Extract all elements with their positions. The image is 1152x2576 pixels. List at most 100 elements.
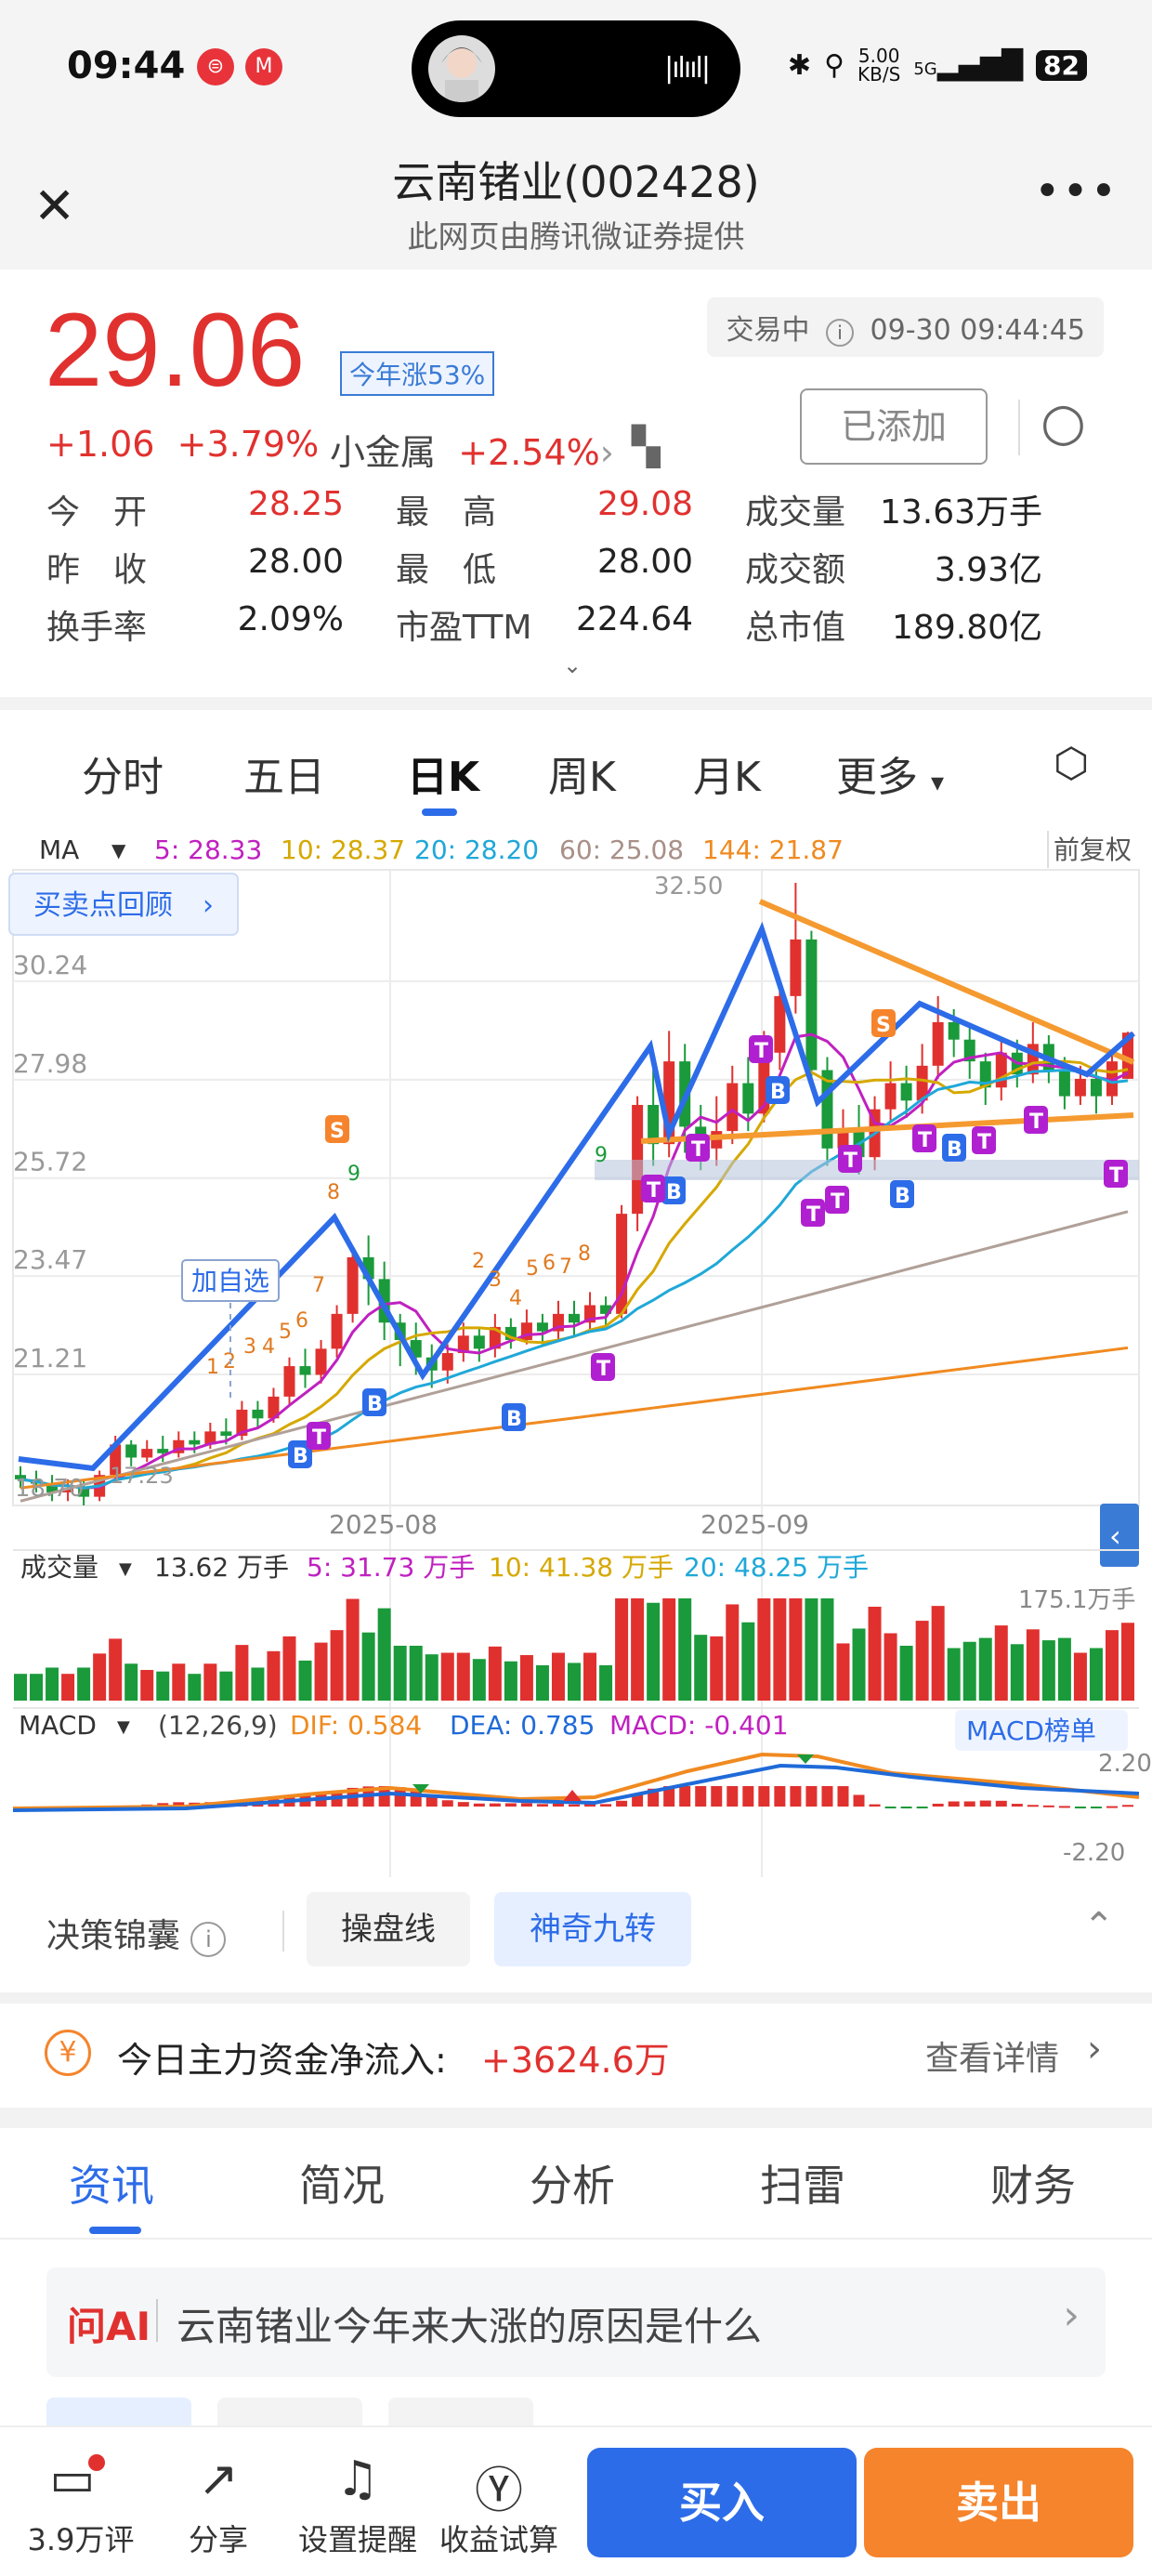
chevron-left-icon: ‹ (1109, 1518, 1121, 1554)
sector-link[interactable]: 小金属 +2.54%› (330, 424, 614, 475)
volume-bar (836, 1643, 850, 1701)
macd-bar (916, 1807, 928, 1808)
svg-text:6: 6 (543, 1252, 556, 1275)
avatar (428, 35, 495, 102)
fund-flow-row[interactable]: ¥ 今日主力资金净流入: +3624.6万 查看详情 › (0, 2004, 1152, 2108)
y-axis-labels: 30.24 27.98 25.72 23.47 21.21 (13, 950, 87, 1373)
macd-bar (837, 1786, 849, 1807)
dynamic-island[interactable]: |ılııl| (412, 20, 740, 117)
macd-selector[interactable]: MACD (19, 1710, 97, 1741)
profit-calc-button[interactable]: Ⓨ 收益试算 (429, 2451, 569, 2559)
svg-text:T: T (1109, 1164, 1123, 1188)
stat-value: 28.00 (247, 543, 344, 581)
stat-label: 昨 收 (46, 551, 148, 589)
ma-dropdown-icon[interactable]: ▼ (111, 839, 126, 861)
collapse-chevron-icon[interactable]: ⌃ (1083, 1905, 1115, 1948)
macd-bar (995, 1800, 1007, 1807)
stat-label[interactable]: 总市值 (745, 600, 845, 649)
magic-nine-button[interactable]: 神奇九转 (494, 1892, 691, 1966)
volume-bar (599, 1664, 613, 1701)
volume-bar (678, 1598, 692, 1701)
info-icon[interactable]: i (826, 319, 854, 347)
status-bar: 09:44 ⊜ M |ılııl| ✱ ⚲ 5.00 KB/S 5G▂▄▆█ 82 (0, 0, 1152, 139)
chart-settings-icon[interactable]: ⬡ (1054, 740, 1102, 792)
macd-bar (569, 1804, 580, 1807)
ytd-badge[interactable]: 今年涨53% (340, 351, 495, 396)
macd-bar (900, 1807, 912, 1808)
tab-more[interactable]: 更多 ▾ (836, 743, 944, 803)
share-button[interactable]: ↗ 分享 (149, 2451, 288, 2559)
tab-minute[interactable]: 分时 (82, 743, 164, 803)
sell-button[interactable]: 卖出 (864, 2448, 1133, 2557)
volume-dropdown-icon[interactable]: ▼ (119, 1559, 132, 1579)
ma-selector[interactable]: MA (39, 835, 79, 865)
macd-bar (821, 1786, 833, 1807)
volume-bar (93, 1653, 107, 1701)
signal-icon: 5G▂▄▆█ (913, 48, 1024, 82)
comments-button[interactable]: ▭ 3.9万评 (11, 2451, 151, 2559)
macd-bar (679, 1786, 691, 1807)
support-trendline (640, 1112, 1134, 1144)
volume-bar (109, 1638, 123, 1701)
volume-bar (172, 1663, 186, 1701)
volume-bar (361, 1632, 375, 1701)
ask-ai-card[interactable]: 问AI 云南锗业今年来大涨的原因是什么 › (46, 2267, 1106, 2377)
search-icon[interactable]: ○ (1041, 392, 1086, 453)
tab-five-day[interactable]: 五日 (243, 743, 325, 803)
macd-bar (963, 1801, 975, 1807)
svg-text:T: T (596, 1358, 610, 1381)
macd-bar (695, 1786, 707, 1807)
svg-text:8: 8 (327, 1181, 340, 1204)
volume-bar (440, 1652, 454, 1701)
volume-bar (568, 1663, 581, 1701)
volume-max: 175.1万手 (1018, 1586, 1135, 1614)
stat-label: 最 低 (396, 551, 497, 589)
volume-value: 13.62 万手 (154, 1552, 289, 1583)
info-icon[interactable]: i (190, 1922, 227, 1957)
battery-indicator: 82 (1036, 49, 1087, 81)
set-alert-button[interactable]: ♫ 设置提醒 (288, 2451, 427, 2559)
macd-death-cross-icon-2 (797, 1755, 814, 1764)
svg-text:B: B (367, 1393, 383, 1416)
candle (711, 1096, 723, 1166)
chart-svg[interactable]: MA ▼ 5: 28.33 10: 28.37 20: 28.20 60: 25… (0, 827, 1152, 1877)
volume-bar (741, 1622, 755, 1701)
adjust-mode[interactable]: 前复权 (1054, 835, 1132, 865)
macd-bar (948, 1801, 960, 1807)
tab-news[interactable]: 资讯 (69, 2152, 154, 2214)
tab-monthly-k[interactable]: 月K (693, 743, 761, 803)
macd-dropdown-icon[interactable]: ▼ (117, 1717, 130, 1737)
volume-selector[interactable]: 成交量 (20, 1552, 98, 1583)
bluetooth-icon: ✱ (787, 48, 812, 82)
buy-button[interactable]: 买入 (587, 2448, 857, 2557)
expand-chevron-icon[interactable]: ⌄ (563, 652, 582, 678)
volume-bar (710, 1636, 724, 1701)
added-watchlist-button[interactable]: 已添加 (800, 388, 988, 465)
tab-daily-k[interactable]: 日K (407, 743, 479, 803)
candle (299, 1348, 311, 1388)
tab-risk-scan[interactable]: 扫雷 (760, 2152, 845, 2214)
view-detail-link[interactable]: 查看详情 (925, 2031, 1059, 2080)
kline-chart[interactable]: MA ▼ 5: 28.33 10: 28.37 20: 28.20 60: 25… (0, 827, 1152, 1877)
tab-weekly-k[interactable]: 周K (548, 743, 616, 803)
tab-analysis[interactable]: 分析 (530, 2152, 615, 2214)
candle (489, 1313, 501, 1358)
grid-icon[interactable]: ▚ (632, 426, 661, 468)
nine-turn-9b: 9 (595, 1144, 608, 1167)
ma144-value: 144: 21.87 (702, 835, 844, 865)
svg-text:S: S (330, 1120, 345, 1143)
tab-overview[interactable]: 简况 (299, 2152, 385, 2214)
operation-line-button[interactable]: 操盘线 (307, 1892, 470, 1966)
svg-text:B: B (293, 1445, 308, 1468)
tab-financials[interactable]: 财务 (990, 2152, 1076, 2214)
quote-panel: 29.06 今年涨53% 交易中 i 09-30 09:44:45 +1.06 … (0, 269, 1152, 697)
volume-bar (504, 1661, 517, 1701)
stat-value: 13.63万手 (879, 493, 1042, 532)
macd-bar (473, 1803, 485, 1807)
volume-bar (1089, 1648, 1103, 1701)
svg-text:4: 4 (509, 1287, 522, 1310)
candle (536, 1313, 548, 1345)
chevron-right-icon: › (1087, 2028, 1102, 2070)
more-menu-icon[interactable]: ••• (1034, 165, 1119, 217)
macd-rank-label: MACD榜单 (966, 1715, 1096, 1746)
